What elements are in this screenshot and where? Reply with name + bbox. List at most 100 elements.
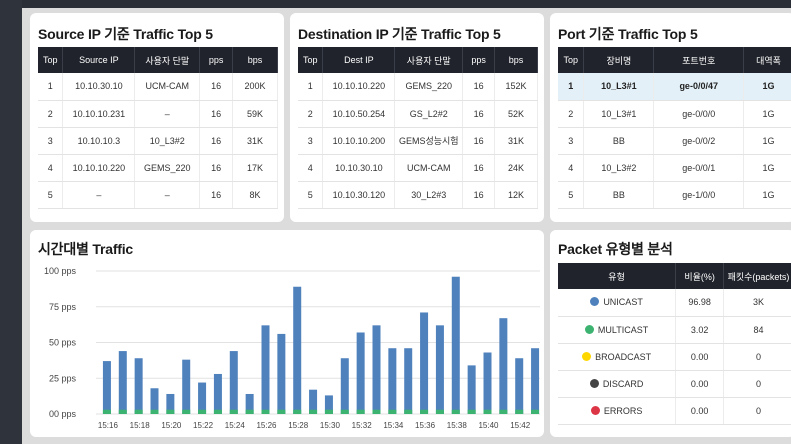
table-cell: GEMS성능시험 bbox=[394, 127, 464, 155]
packet-type-cell: MULTICAST bbox=[558, 316, 677, 344]
table-row[interactable]: 4 10.10.30.10 UCM-CAM 16 24K bbox=[298, 154, 538, 182]
multicast-bar bbox=[340, 409, 349, 414]
table-row[interactable]: 5– –16 8K bbox=[38, 181, 278, 209]
multicast-bar bbox=[309, 409, 318, 414]
table-row[interactable]: 3 10.10.10.3 10_L3#2 16 31K bbox=[38, 127, 278, 155]
table-row[interactable]: 1 10.10.30.10 UCM-CAM 16 200K bbox=[38, 73, 278, 101]
table-cell: 31K bbox=[232, 127, 278, 155]
dashboard-sidebar bbox=[0, 0, 22, 444]
table-cell: 59K bbox=[232, 100, 278, 128]
table-row[interactable]: MULTICAST 3.02 84 bbox=[558, 316, 791, 344]
table-row[interactable]: BROADCAST 0.00 0 bbox=[558, 343, 791, 371]
table-row[interactable]: 3 10.10.10.200 GEMS성능시험 16 31K bbox=[298, 127, 538, 155]
table-cell: 24K bbox=[494, 154, 538, 182]
table-cell: 17K bbox=[232, 154, 278, 182]
table-cell: 0.00 bbox=[675, 343, 725, 371]
table-cell: 16 bbox=[462, 154, 496, 182]
x-tick-label: 15:28 bbox=[288, 421, 309, 430]
table-cell: 1G bbox=[743, 100, 791, 128]
table-row[interactable]: 1 10.10.10.220 GEMS_220 16 152K bbox=[298, 73, 538, 101]
port-panel: Port 기준 Traffic Top 5 Top 장비명 포트번호 대역폭 1 10_L… bbox=[550, 13, 791, 222]
traffic-bar bbox=[420, 312, 429, 414]
table-row[interactable]: ERRORS 0.00 0 bbox=[558, 397, 791, 425]
column-header: 사용자 단말 bbox=[134, 47, 201, 73]
table-cell: 3 bbox=[298, 127, 324, 155]
table-cell: 10_L3#1 bbox=[583, 73, 655, 101]
table-cell: 31K bbox=[494, 127, 538, 155]
packet-type-panel: Packet 유형별 분석 유형 비율(%) 패킷수(packets) UNICAST… bbox=[550, 230, 791, 437]
status-dot-icon bbox=[589, 378, 599, 388]
multicast-bar bbox=[531, 409, 540, 414]
column-header: 대역폭 bbox=[743, 47, 791, 73]
table-cell: GS_L2#2 bbox=[394, 100, 464, 128]
table-row[interactable]: 2 10.10.10.231–16 59K bbox=[38, 100, 278, 128]
panel-title: Port 기준 Traffic Top 5 bbox=[558, 26, 698, 42]
table-cell: 5 bbox=[38, 181, 64, 209]
table-cell: 16 bbox=[199, 73, 234, 101]
table-cell: 10_L3#1 bbox=[583, 100, 655, 128]
table-row[interactable]: 2 10.10.50.254 GS_L2#2 16 52K bbox=[298, 100, 538, 128]
x-tick-label: 15:42 bbox=[510, 421, 531, 430]
table-row[interactable]: DISCARD 0.00 0 bbox=[558, 370, 791, 398]
column-header: Dest IP bbox=[322, 47, 396, 73]
multicast-bar bbox=[499, 409, 508, 414]
table-cell: 10.10.10.220 bbox=[322, 73, 396, 101]
table-cell: 1 bbox=[38, 73, 64, 101]
table-cell: 3 bbox=[38, 127, 64, 155]
traffic-bar bbox=[404, 348, 413, 414]
table-cell: 0.00 bbox=[675, 397, 725, 425]
multicast-bar bbox=[435, 409, 444, 414]
status-dot-icon bbox=[590, 297, 600, 307]
column-header: bps bbox=[494, 47, 538, 73]
y-tick-label: 75 pps bbox=[49, 302, 77, 312]
table-row[interactable]: 3 BB ge-0/0/2 1G bbox=[558, 127, 791, 155]
y-tick-label: 00 pps bbox=[49, 409, 77, 419]
table-cell: ge-0/0/47 bbox=[653, 73, 745, 101]
multicast-bar bbox=[388, 409, 397, 414]
x-tick-label: 15:22 bbox=[193, 421, 214, 430]
table-cell: 0.00 bbox=[675, 370, 725, 398]
multicast-bar bbox=[245, 409, 254, 414]
table-row[interactable]: UNICAST 96.98 3K bbox=[558, 289, 791, 317]
table-cell: 16 bbox=[462, 181, 496, 209]
table-cell: 52K bbox=[494, 100, 538, 128]
table-cell: 152K bbox=[494, 73, 538, 101]
column-header: Source IP bbox=[62, 47, 136, 73]
source-ip-panel: Source IP 기준 Traffic Top 5 Top Source IP 사… bbox=[30, 13, 284, 222]
destination-ip-table: Top Dest IP 사용자 단말 pps bps 1 10.10.10.220 GEMS_… bbox=[298, 47, 538, 209]
table-cell: – bbox=[134, 100, 201, 128]
table-cell: 84 bbox=[723, 316, 791, 344]
table-row[interactable]: 5 10.10.30.120 30_L2#3 16 12K bbox=[298, 181, 538, 209]
table-cell: 10.10.10.200 bbox=[322, 127, 396, 155]
table-row[interactable]: 5 BB ge-1/0/0 1G bbox=[558, 181, 791, 209]
port-table: Top 장비명 포트번호 대역폭 1 10_L3#1 ge-0/0/47 1G 2 10_L3#1… bbox=[558, 47, 791, 209]
multicast-bar bbox=[420, 409, 429, 414]
table-cell: 2 bbox=[558, 100, 585, 128]
multicast-bar bbox=[356, 409, 365, 414]
column-header: 포트번호 bbox=[653, 47, 745, 73]
packet-type-label: MULTICAST bbox=[597, 324, 649, 335]
y-tick-label: 25 pps bbox=[49, 373, 77, 383]
table-cell: BB bbox=[583, 181, 655, 209]
table-cell: 4 bbox=[298, 154, 324, 182]
packet-type-label: UNICAST bbox=[603, 297, 643, 308]
traffic-bar bbox=[182, 359, 191, 414]
traffic-bar bbox=[515, 358, 524, 414]
x-tick-label: 15:34 bbox=[383, 421, 404, 430]
table-cell: 30_L2#3 bbox=[394, 181, 464, 209]
traffic-bar bbox=[372, 325, 381, 414]
table-row[interactable]: 1 10_L3#1 ge-0/0/47 1G bbox=[558, 73, 791, 101]
traffic-bar bbox=[102, 361, 111, 414]
traffic-bar bbox=[229, 351, 238, 414]
packet-type-label: ERRORS bbox=[603, 405, 643, 416]
table-row[interactable]: 4 10.10.10.220 GEMS_220 16 17K bbox=[38, 154, 278, 182]
packet-type-label: DISCARD bbox=[602, 378, 644, 389]
table-cell: 3.02 bbox=[675, 316, 725, 344]
column-header: 사용자 단말 bbox=[394, 47, 464, 73]
multicast-bar bbox=[182, 409, 191, 414]
table-cell: 16 bbox=[462, 100, 496, 128]
table-row[interactable]: 2 10_L3#1 ge-0/0/0 1G bbox=[558, 100, 791, 128]
table-row[interactable]: 4 10_L3#2 ge-0/0/1 1G bbox=[558, 154, 791, 182]
table-cell: 1G bbox=[743, 181, 791, 209]
time-traffic-panel: 시간대별 Traffic 00 pps 25 pps 50 pps 75 pps 100… bbox=[30, 230, 544, 437]
